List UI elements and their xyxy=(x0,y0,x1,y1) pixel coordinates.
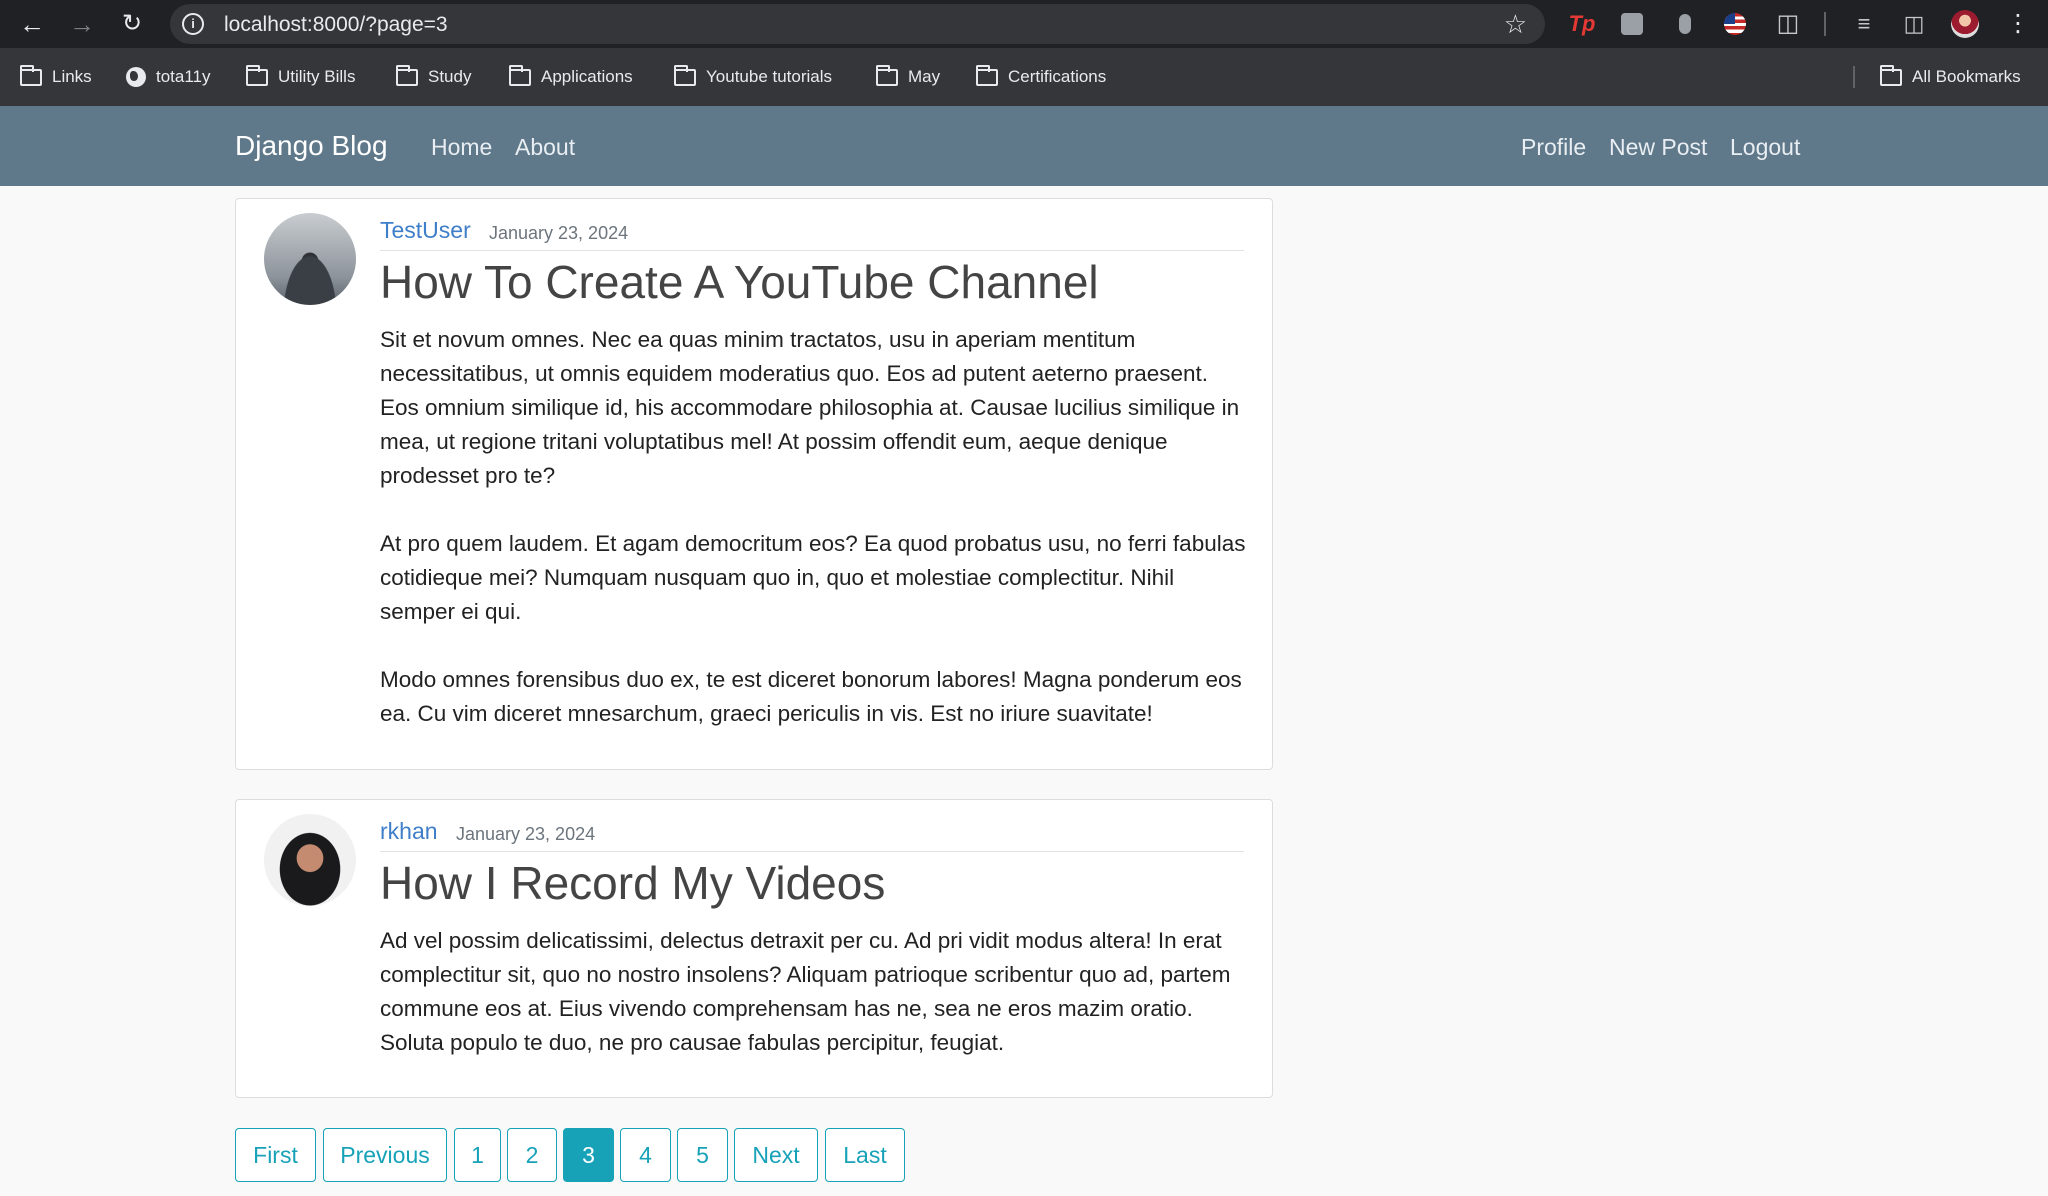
menu-kebab-icon[interactable]: ⋮ xyxy=(2006,10,2030,38)
folder-icon xyxy=(396,64,418,86)
extensions-puzzle-icon[interactable]: ◫ xyxy=(1774,10,1802,38)
extension-dot-icon[interactable] xyxy=(1679,14,1691,34)
profile-avatar-icon[interactable] xyxy=(1951,10,1979,38)
author-link[interactable]: TestUser xyxy=(380,217,471,244)
post-date: January 23, 2024 xyxy=(489,223,629,243)
bookmark-label: All Bookmarks xyxy=(1912,67,2021,86)
post-paragraph: At pro quem laudem. Et agam democritum e… xyxy=(380,531,1246,624)
author-link[interactable]: rkhan xyxy=(380,818,438,845)
folder-icon xyxy=(876,64,898,86)
post-date: January 23, 2024 xyxy=(456,824,596,844)
post-card: rkhan January 23, 2024 How I Record My V… xyxy=(235,799,1273,1098)
site-info-icon[interactable]: i xyxy=(182,13,204,35)
bookmark-may[interactable]: May xyxy=(876,64,940,90)
all-bookmarks[interactable]: All Bookmarks xyxy=(1880,64,2021,90)
address-bar[interactable]: i localhost:8000/?page=3 ☆ xyxy=(170,4,1545,44)
url-text[interactable]: localhost:8000/?page=3 xyxy=(224,13,448,37)
folder-icon xyxy=(674,64,696,86)
page-4-button[interactable]: 4 xyxy=(620,1128,671,1182)
bookmark-links[interactable]: Links xyxy=(20,64,92,90)
post-content: Ad vel possim delicatissimi, delectus de… xyxy=(380,924,1250,1060)
bookmark-utility-bills[interactable]: Utility Bills xyxy=(246,64,355,90)
bookmarks-divider xyxy=(1853,66,1855,88)
post-meta: rkhan January 23, 2024 xyxy=(380,814,1244,852)
nav-profile-link[interactable]: Profile xyxy=(1521,134,1586,161)
extension-icon[interactable] xyxy=(1621,13,1643,35)
tp-extension-icon[interactable]: Tp xyxy=(1568,10,1596,38)
post-paragraph: Modo omnes forensibus duo ex, te est dic… xyxy=(380,667,1242,726)
page-3-button-current[interactable]: 3 xyxy=(563,1128,614,1182)
folder-icon xyxy=(20,64,42,86)
post-title[interactable]: How To Create A YouTube Channel xyxy=(380,255,1099,309)
bookmark-label: tota11y xyxy=(156,67,211,86)
page-2-button[interactable]: 2 xyxy=(507,1128,557,1182)
us-flag-extension-icon[interactable] xyxy=(1724,13,1746,35)
bookmark-label: Utility Bills xyxy=(278,67,356,86)
bookmarks-bar: Links tota11y Utility Bills Study Applic… xyxy=(0,48,2048,106)
bookmark-label: Study xyxy=(428,67,472,86)
bookmark-applications[interactable]: Applications xyxy=(509,64,633,90)
reload-icon[interactable]: ↻ xyxy=(118,10,146,38)
page-last-button[interactable]: Last xyxy=(825,1128,905,1182)
bookmark-youtube-tutorials[interactable]: Youtube tutorials xyxy=(674,64,832,90)
bookmark-star-icon[interactable]: ☆ xyxy=(1504,9,1527,40)
site-navbar: Django Blog Home About Profile New Post … xyxy=(0,106,2048,186)
bookmark-tota11y[interactable]: tota11y xyxy=(126,64,211,90)
bookmark-label: Certifications xyxy=(1008,67,1107,86)
page-1-button[interactable]: 1 xyxy=(454,1128,501,1182)
toolbar-divider xyxy=(1824,12,1826,36)
author-avatar xyxy=(264,213,356,305)
post-paragraph: Sit et novum omnes. Nec ea quas minim tr… xyxy=(380,327,1240,488)
folder-icon xyxy=(976,64,998,86)
nav-about-link[interactable]: About xyxy=(515,134,575,161)
folder-icon xyxy=(246,64,268,86)
nav-home-link[interactable]: Home xyxy=(431,134,492,161)
folder-icon xyxy=(509,64,531,86)
post-paragraph: Ad vel possim delicatissimi, delectus de… xyxy=(380,928,1231,1055)
author-avatar xyxy=(264,814,356,906)
nav-logout-link[interactable]: Logout xyxy=(1730,134,1800,161)
bookmark-certifications[interactable]: Certifications xyxy=(976,64,1106,90)
back-icon[interactable]: ← xyxy=(18,10,46,38)
post-card: TestUser January 23, 2024 How To Create … xyxy=(235,198,1273,770)
bookmark-label: May xyxy=(908,67,941,86)
post-content: Sit et novum omnes. Nec ea quas minim tr… xyxy=(380,323,1250,731)
bookmark-study[interactable]: Study xyxy=(396,64,471,90)
globe-icon xyxy=(126,67,146,87)
media-queue-icon[interactable]: ≡ xyxy=(1850,10,1878,38)
nav-new-post-link[interactable]: New Post xyxy=(1609,134,1707,161)
bookmark-label: Applications xyxy=(541,67,633,86)
page-next-button[interactable]: Next xyxy=(734,1128,818,1182)
bookmark-label: Youtube tutorials xyxy=(706,67,833,86)
folder-icon xyxy=(1880,64,1902,86)
side-panel-icon[interactable]: ◫ xyxy=(1900,10,1928,38)
forward-icon[interactable]: → xyxy=(68,10,96,38)
post-meta: TestUser January 23, 2024 xyxy=(380,213,1244,251)
browser-toolbar: ← → ↻ i localhost:8000/?page=3 ☆ Tp ◫ ≡ … xyxy=(0,0,2048,48)
brand-link[interactable]: Django Blog xyxy=(235,130,388,162)
post-title[interactable]: How I Record My Videos xyxy=(380,856,885,910)
page-5-button[interactable]: 5 xyxy=(677,1128,728,1182)
page-first-button[interactable]: First xyxy=(235,1128,316,1182)
bookmark-label: Links xyxy=(52,67,92,86)
page-previous-button[interactable]: Previous xyxy=(323,1128,447,1182)
